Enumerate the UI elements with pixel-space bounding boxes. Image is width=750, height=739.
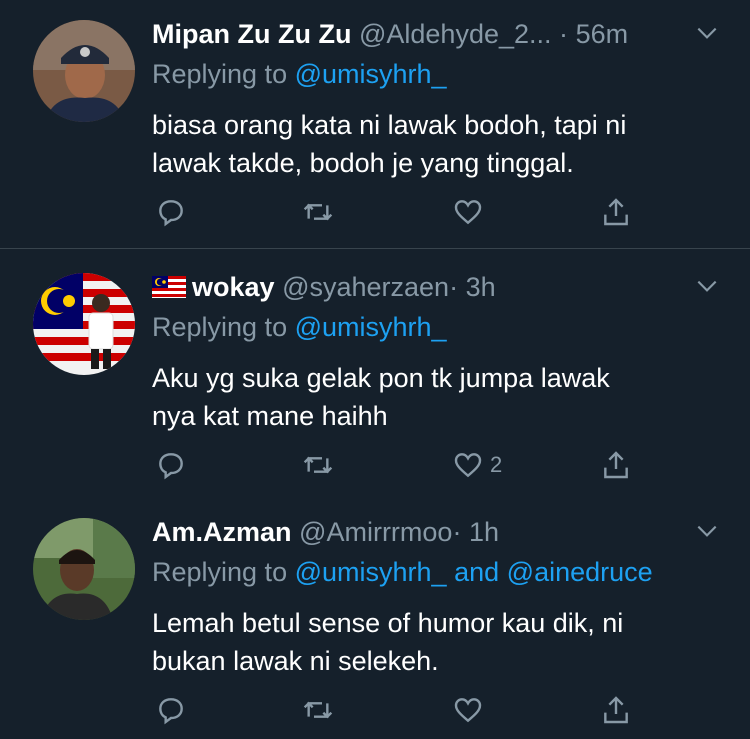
user-handle[interactable]: @syaherzaen [282, 272, 449, 302]
share-button[interactable] [600, 192, 632, 232]
share-button[interactable] [600, 445, 632, 485]
like-button[interactable]: 2 [452, 445, 502, 485]
tweet-text: biasa orang kata ni lawak bodoh, tapi ni… [152, 106, 712, 182]
replying-prefix: Replying to [152, 59, 288, 89]
replying-and[interactable]: and [454, 557, 499, 587]
tweet-header: wokay @syaherzaen· 3h [152, 269, 720, 305]
retweet-button[interactable] [302, 690, 334, 730]
chevron-down-icon[interactable] [694, 20, 720, 46]
replying-prefix: Replying to [152, 557, 288, 587]
retweet-button[interactable] [302, 445, 334, 485]
tweet-header: Mipan Zu Zu Zu @Aldehyde_2... · 56m [152, 16, 720, 52]
separator-dot: · [449, 272, 459, 302]
like-button[interactable] [452, 192, 490, 232]
retweet-icon [303, 203, 333, 221]
tweet[interactable]: wokay @syaherzaen· 3h Replying to @umisy… [0, 249, 750, 493]
tweet-text-line: Aku yg suka gelak pon tk jumpa lawak [152, 363, 610, 393]
tweet-text-line: biasa orang kata ni lawak bodoh, tapi ni [152, 110, 627, 140]
mention-link[interactable]: @umisyhrh_ [295, 312, 447, 342]
mention-link[interactable]: @ainedruce [507, 557, 653, 587]
display-name[interactable]: wokay [192, 272, 275, 302]
share-icon [604, 451, 628, 479]
tweet-text-line: bukan lawak ni selekeh. [152, 646, 439, 676]
avatar[interactable] [33, 273, 135, 375]
tweet-text: Aku yg suka gelak pon tk jumpa lawak nya… [152, 359, 712, 435]
malaysia-flag-icon [152, 276, 186, 298]
replying-to: Replying to @umisyhrh_ and @ainedruce [152, 554, 653, 590]
reply-icon [159, 698, 183, 725]
reply-button[interactable] [155, 445, 187, 485]
timestamp[interactable]: 56m [576, 19, 629, 49]
share-button[interactable] [600, 690, 632, 730]
tweet-text-line: Lemah betul sense of humor kau dik, ni [152, 608, 624, 638]
heart-icon [454, 200, 482, 225]
avatar-photo-icon [33, 518, 135, 620]
separator-dot: · [452, 517, 462, 547]
reply-button[interactable] [155, 192, 187, 232]
reply-icon [159, 200, 183, 227]
retweet-icon [303, 701, 333, 719]
replying-to: Replying to @umisyhrh_ [152, 56, 447, 92]
replying-prefix: Replying to [152, 312, 288, 342]
reply-icon [159, 453, 183, 480]
user-handle[interactable]: @Amirrrmoo [299, 517, 452, 547]
heart-icon [454, 698, 482, 723]
tweet-text: Lemah betul sense of humor kau dik, ni b… [152, 604, 712, 680]
tweet-actions [0, 192, 750, 232]
avatar[interactable] [33, 518, 135, 620]
timestamp[interactable]: 1h [469, 517, 499, 547]
like-count: 2 [490, 452, 503, 477]
user-handle[interactable]: @Aldehyde_2... [359, 19, 552, 49]
tweet-text-line: lawak takde, bodoh je yang tinggal. [152, 148, 574, 178]
retweet-button[interactable] [302, 192, 334, 232]
display-name[interactable]: Am.Azman [152, 517, 292, 547]
like-button[interactable] [452, 690, 490, 730]
separator-dot: · [559, 19, 569, 49]
timestamp[interactable]: 3h [466, 272, 496, 302]
retweet-icon [303, 456, 333, 474]
tweet-actions [0, 690, 750, 730]
reply-button[interactable] [155, 690, 187, 730]
chevron-down-icon[interactable] [694, 518, 720, 544]
avatar[interactable] [33, 20, 135, 122]
share-icon [604, 198, 628, 226]
mention-link[interactable]: @umisyhrh_ [295, 59, 447, 89]
avatar-photo-icon [33, 273, 135, 375]
heart-icon [454, 453, 482, 478]
replying-to: Replying to @umisyhrh_ [152, 309, 447, 345]
tweet[interactable]: Am.Azman @Amirrrmoo· 1h Replying to @umi… [0, 494, 750, 739]
share-icon [604, 696, 628, 724]
tweet-header: Am.Azman @Amirrrmoo· 1h [152, 514, 720, 550]
tweet[interactable]: Mipan Zu Zu Zu @Aldehyde_2... · 56m Repl… [0, 0, 750, 248]
display-name[interactable]: Mipan Zu Zu Zu [152, 19, 351, 49]
tweet-actions: 2 [0, 445, 750, 485]
chevron-down-icon[interactable] [694, 273, 720, 299]
avatar-photo-icon [33, 20, 135, 122]
tweet-text-line: nya kat mane haihh [152, 401, 388, 431]
mention-link[interactable]: @umisyhrh_ [295, 557, 447, 587]
